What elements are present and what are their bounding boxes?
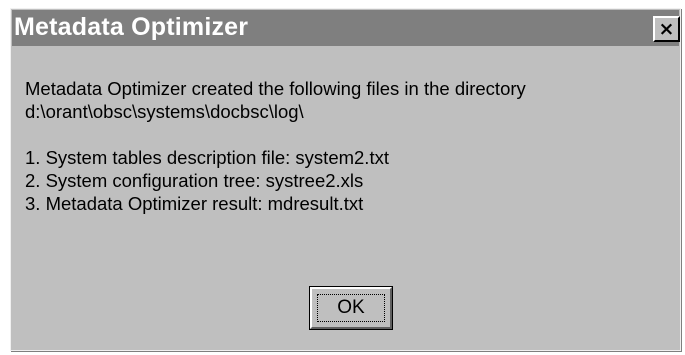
window-title: Metadata Optimizer (14, 13, 249, 41)
close-button[interactable]: × (653, 16, 680, 42)
message-body: Metadata Optimizer created the following… (25, 77, 674, 215)
close-icon: × (658, 18, 675, 40)
intro-text-line-1: Metadata Optimizer created the following… (25, 78, 526, 99)
metadata-optimizer-dialog: Metadata Optimizer × Metadata Optimizer … (10, 8, 681, 351)
ok-button-bevel: OK (310, 287, 392, 329)
file-item-result: 3. Metadata Optimizer result: mdresult.t… (25, 193, 364, 214)
ok-button[interactable]: OK (309, 286, 393, 330)
file-item-system-tables: 1. System tables description file: syste… (25, 147, 389, 168)
directory-path: d:\orant\obsc\systems\docbsc\log\ (25, 101, 304, 122)
ok-button-label: OK (337, 297, 365, 318)
title-bar[interactable]: Metadata Optimizer × (12, 10, 680, 46)
ok-button-focus-rect: OK (317, 294, 385, 322)
file-item-config-tree: 2. System configuration tree: systree2.x… (25, 170, 364, 191)
